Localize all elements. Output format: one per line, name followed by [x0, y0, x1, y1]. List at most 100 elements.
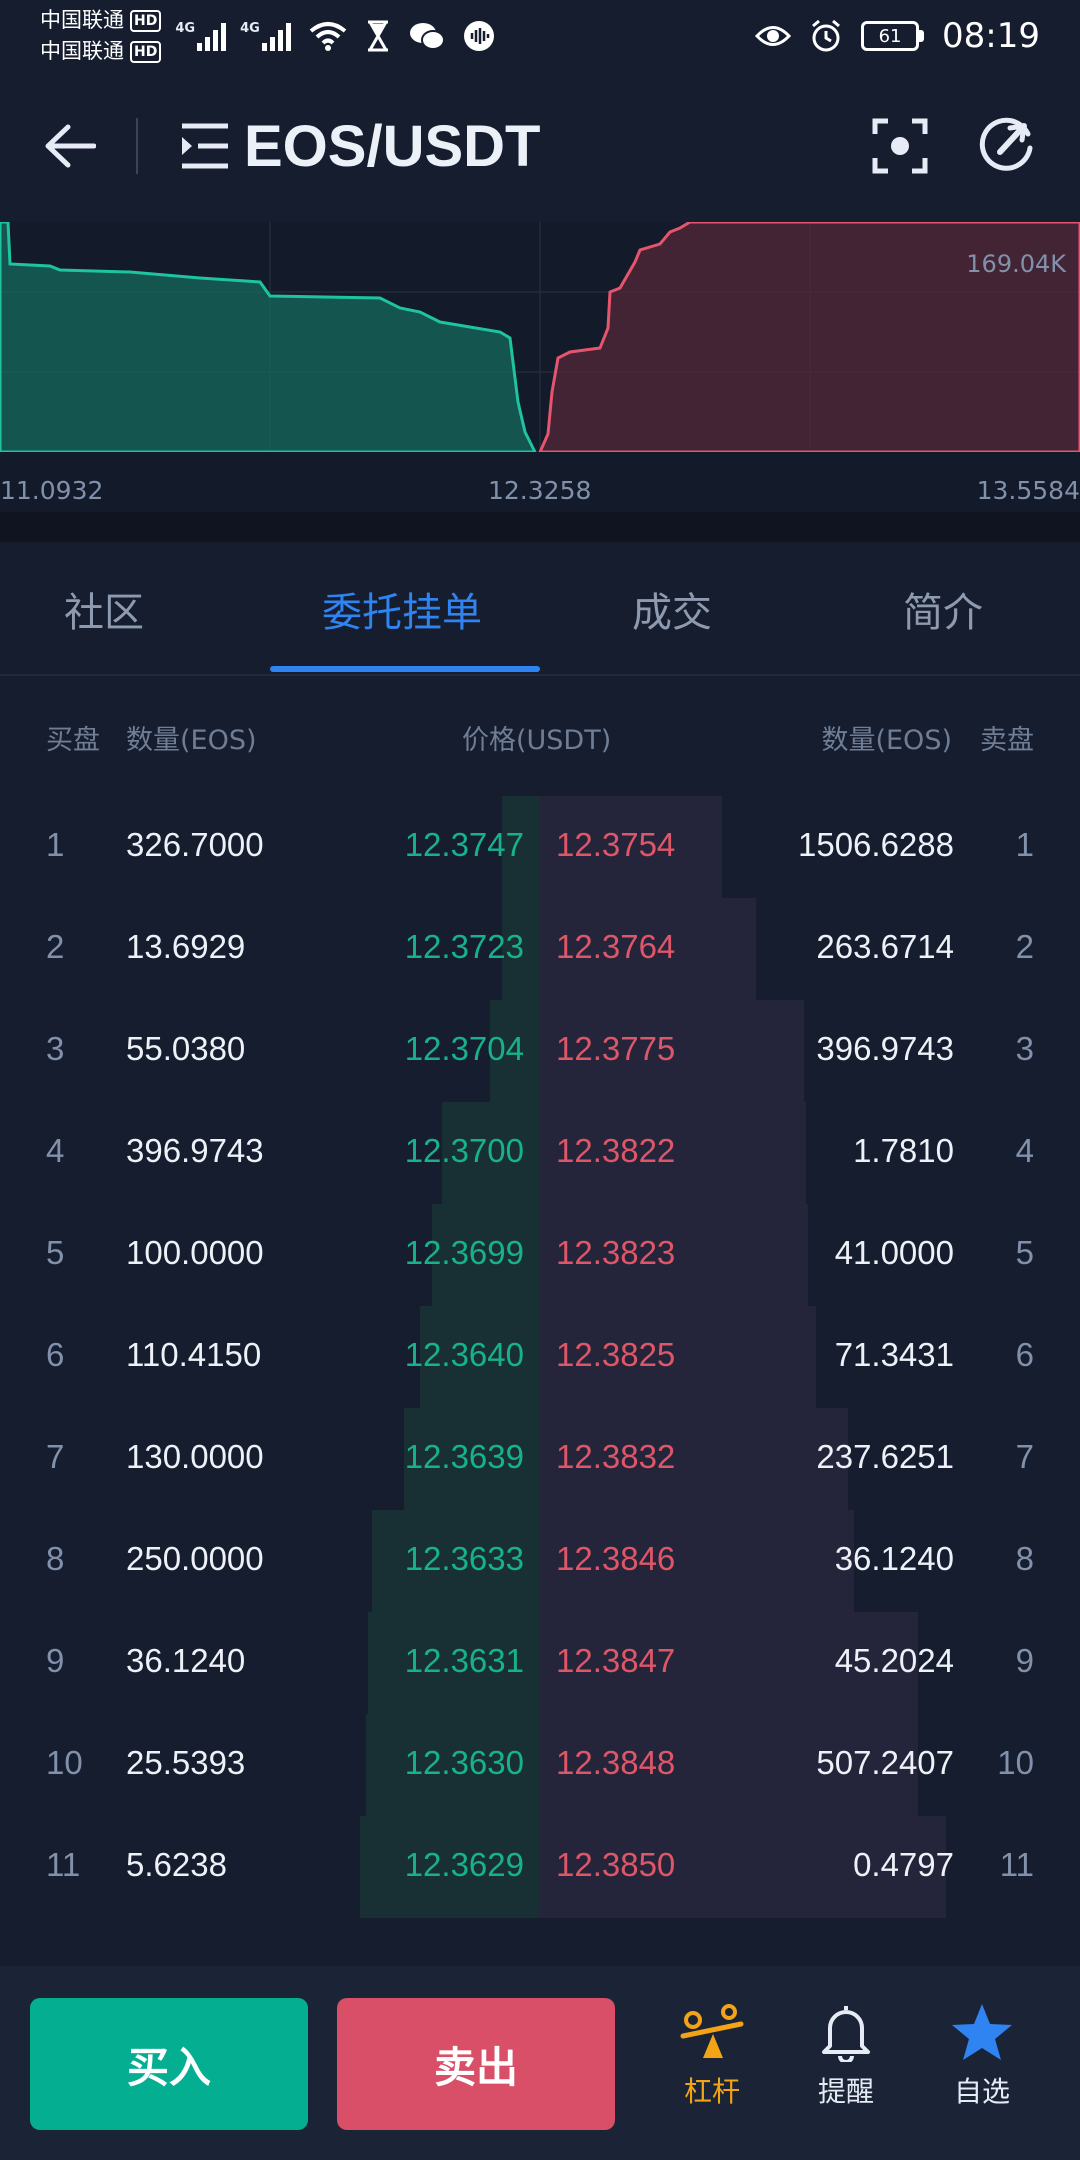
refresh-chart-icon[interactable] [978, 114, 1036, 172]
ask-level: 6 [1015, 1336, 1034, 1373]
tab-community[interactable]: 社区 [64, 580, 144, 638]
tab-trades[interactable]: 成交 [632, 580, 712, 638]
bid-price[interactable]: 12.3640 [405, 1336, 524, 1374]
bid-price[interactable]: 12.3700 [405, 1132, 524, 1170]
nav-leverage[interactable]: 杠杆 [652, 2002, 772, 2110]
order-row[interactable]: 7 130.0000 12.3639 12.3832 237.6251 7 [0, 1408, 1080, 1510]
menu-icon[interactable] [180, 121, 230, 171]
screenshot-icon[interactable] [872, 118, 928, 174]
ask-qty: 237.6251 [816, 1438, 954, 1475]
order-row[interactable]: 1 326.7000 12.3747 12.3754 1506.6288 1 [0, 796, 1080, 898]
hd-badge: HD [130, 40, 162, 63]
signal-icon [197, 21, 227, 51]
ask-level: 8 [1015, 1540, 1034, 1577]
order-row[interactable]: 5 100.0000 12.3699 12.3823 41.0000 5 [0, 1204, 1080, 1306]
ask-level: 3 [1015, 1030, 1034, 1067]
order-row[interactable]: 6 110.4150 12.3640 12.3825 71.3431 6 [0, 1306, 1080, 1408]
nav-watchlist[interactable]: 自选 [922, 2002, 1042, 2110]
ask-price[interactable]: 12.3822 [556, 1132, 675, 1170]
ask-price[interactable]: 12.3847 [556, 1642, 675, 1680]
ask-qty: 0.4797 [853, 1846, 954, 1883]
sell-side-header: 卖盘 [980, 725, 1034, 756]
carrier-info: 中国联通 HD 中国联通 HD [40, 5, 162, 67]
sell-qty-header: 数量(EOS) [821, 725, 952, 756]
ask-price[interactable]: 12.3754 [556, 826, 675, 864]
ask-price[interactable]: 12.3823 [556, 1234, 675, 1272]
nav-alert-label: 提醒 [817, 2075, 874, 2108]
bid-price[interactable]: 12.3723 [405, 928, 524, 966]
ask-level: 7 [1015, 1438, 1034, 1475]
tab-intro[interactable]: 简介 [903, 580, 983, 638]
arrow-left-icon [45, 124, 96, 168]
back-button[interactable] [40, 116, 100, 176]
order-row[interactable]: 10 25.5393 12.3630 12.3848 507.2407 10 [0, 1714, 1080, 1816]
bid-price[interactable]: 12.3631 [405, 1642, 524, 1680]
ask-price[interactable]: 12.3850 [556, 1846, 675, 1884]
ask-price[interactable]: 12.3825 [556, 1336, 675, 1374]
bid-qty: 250.0000 [126, 1540, 264, 1577]
ask-price[interactable]: 12.3764 [556, 928, 675, 966]
depth-x-label-max: 13.5584 [976, 476, 1080, 505]
bid-price[interactable]: 12.3639 [405, 1438, 524, 1476]
trading-pair-title[interactable]: EOS/USDT [244, 113, 541, 180]
bid-qty: 396.9743 [126, 1132, 264, 1169]
hourglass-icon [367, 20, 388, 52]
status-bar: 中国联通 HD 中国联通 HD 4G 4G 61 08:19 [0, 0, 1080, 72]
buy-qty-header: 数量(EOS) [126, 725, 257, 756]
tab-active-indicator [270, 666, 540, 672]
voice-icon [463, 21, 494, 51]
tab-order-book[interactable]: 委托挂单 [322, 580, 482, 638]
ask-qty: 507.2407 [816, 1744, 954, 1781]
bid-price[interactable]: 12.3699 [405, 1234, 524, 1272]
ask-qty: 36.1240 [834, 1540, 954, 1577]
bid-price[interactable]: 12.3633 [405, 1540, 524, 1578]
ask-level: 2 [1015, 928, 1034, 965]
eye-icon [755, 26, 792, 46]
header: EOS/USDT [0, 90, 1080, 202]
bid-level: 5 [46, 1234, 65, 1271]
order-row[interactable]: 3 55.0380 12.3704 12.3775 396.9743 3 [0, 1000, 1080, 1102]
ask-price[interactable]: 12.3846 [556, 1540, 675, 1578]
ask-price[interactable]: 12.3832 [556, 1438, 675, 1476]
bid-level: 9 [46, 1642, 65, 1679]
bid-level: 10 [46, 1744, 83, 1781]
order-row[interactable]: 8 250.0000 12.3633 12.3846 36.1240 8 [0, 1510, 1080, 1612]
bid-qty: 13.6929 [126, 928, 246, 965]
bid-price[interactable]: 12.3704 [405, 1030, 524, 1068]
ask-price[interactable]: 12.3775 [556, 1030, 675, 1068]
signal-2: 4G [240, 21, 291, 51]
bid-level: 6 [46, 1336, 65, 1373]
bid-price[interactable]: 12.3747 [405, 826, 524, 864]
ask-level: 9 [1015, 1642, 1034, 1679]
bid-qty: 130.0000 [126, 1438, 264, 1475]
order-row[interactable]: 4 396.9743 12.3700 12.3822 1.7810 4 [0, 1102, 1080, 1204]
order-row[interactable]: 2 13.6929 12.3723 12.3764 263.6714 2 [0, 898, 1080, 1000]
section-divider [0, 512, 1080, 542]
nav-alert[interactable]: 提醒 [786, 2002, 906, 2110]
depth-chart-svg [0, 222, 1080, 452]
sell-button[interactable]: 卖出 [337, 1998, 615, 2130]
bell-icon [822, 2006, 870, 2062]
ask-level: 1 [1015, 826, 1034, 863]
wifi-icon [309, 22, 347, 51]
ask-price[interactable]: 12.3848 [556, 1744, 675, 1782]
bid-qty: 25.5393 [126, 1744, 246, 1781]
status-icons [309, 20, 495, 52]
bid-qty: 100.0000 [126, 1234, 264, 1271]
nav-leverage-label: 杠杆 [683, 2075, 740, 2108]
bid-price[interactable]: 12.3629 [405, 1846, 524, 1884]
bid-depth-area [0, 222, 537, 452]
ask-level: 11 [999, 1846, 1034, 1883]
bid-level: 2 [46, 928, 65, 965]
bid-qty: 110.4150 [126, 1336, 262, 1373]
order-row[interactable]: 11 5.6238 12.3629 12.3850 0.4797 11 [0, 1816, 1080, 1918]
buy-side-header: 买盘 [46, 725, 100, 756]
buy-button[interactable]: 买入 [30, 1998, 308, 2130]
carrier-2-label: 中国联通 [40, 39, 124, 63]
signal-icon [261, 21, 291, 51]
bid-price[interactable]: 12.3630 [405, 1744, 524, 1782]
star-icon [952, 2004, 1012, 2060]
order-row[interactable]: 9 36.1240 12.3631 12.3847 45.2024 9 [0, 1612, 1080, 1714]
alarm-icon [812, 19, 840, 52]
leverage-icon [680, 2004, 744, 2058]
